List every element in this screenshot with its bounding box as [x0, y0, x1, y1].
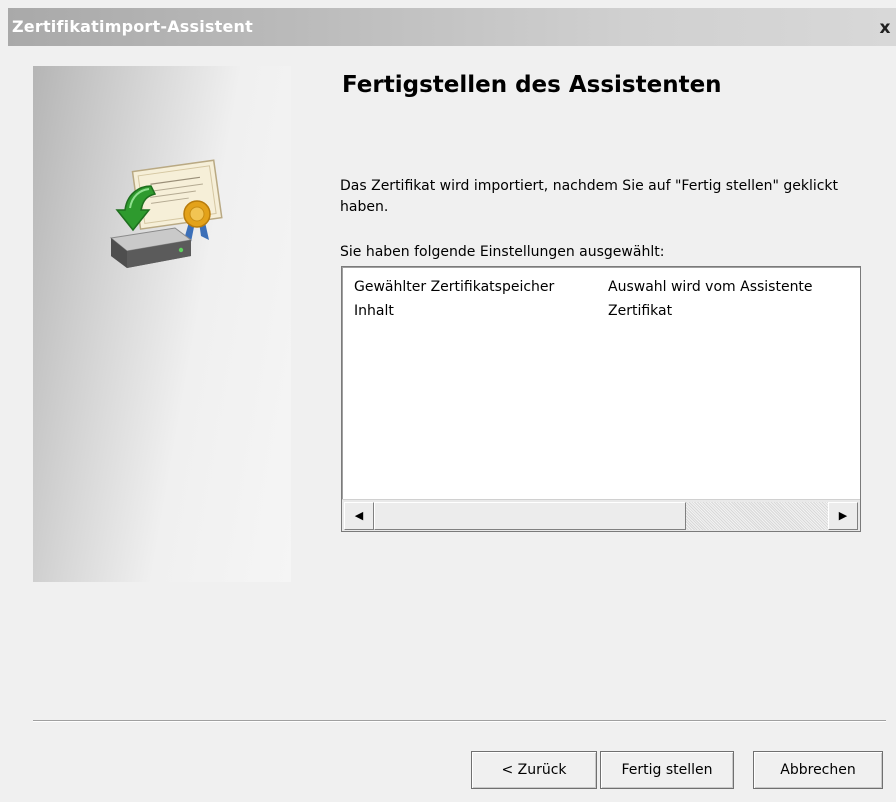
finish-button[interactable]: Fertig stellen	[600, 751, 734, 789]
wizard-window: Zertifikatimport-Assistent x Fertigstell…	[0, 0, 896, 802]
wizard-side-panel	[33, 66, 291, 582]
setting-name: Inhalt	[354, 303, 394, 319]
close-icon: x	[879, 18, 891, 38]
settings-list[interactable]: Gewählter Zertifikatspeicher Auswahl wir…	[341, 266, 861, 532]
arrow-left-icon: ◀	[354, 509, 364, 522]
page-title: Fertigstellen des Assistenten	[342, 72, 722, 98]
cancel-button[interactable]: Abbrechen	[753, 751, 883, 789]
scroll-thumb[interactable]	[374, 502, 686, 530]
certificate-import-icon	[109, 159, 223, 268]
scroll-left-button[interactable]: ◀	[344, 502, 374, 530]
window-title: Zertifikatimport-Assistent	[12, 17, 253, 36]
footer-divider	[33, 720, 886, 722]
close-button[interactable]: x	[874, 18, 896, 40]
arrow-right-icon: ▶	[838, 509, 848, 522]
description-text: Das Zertifikat wird importiert, nachdem …	[340, 178, 839, 215]
back-button[interactable]: < Zurück	[471, 751, 597, 789]
settings-rows: Gewählter Zertifikatspeicher Auswahl wir…	[342, 277, 860, 325]
horizontal-scrollbar[interactable]: ◀ ▶	[342, 499, 860, 531]
setting-value: Zertifikat	[608, 303, 673, 319]
title-bar[interactable]: Zertifikatimport-Assistent x	[8, 8, 896, 46]
settings-label: Sie haben folgende Einstellungen ausgewä…	[340, 244, 665, 260]
scroll-right-button[interactable]: ▶	[828, 502, 858, 530]
list-item[interactable]: Inhalt Zertifikat	[342, 301, 860, 325]
list-item[interactable]: Gewählter Zertifikatspeicher Auswahl wir…	[342, 277, 860, 301]
setting-name: Gewählter Zertifikatspeicher	[354, 279, 555, 295]
setting-value: Auswahl wird vom Assistente	[608, 279, 813, 295]
